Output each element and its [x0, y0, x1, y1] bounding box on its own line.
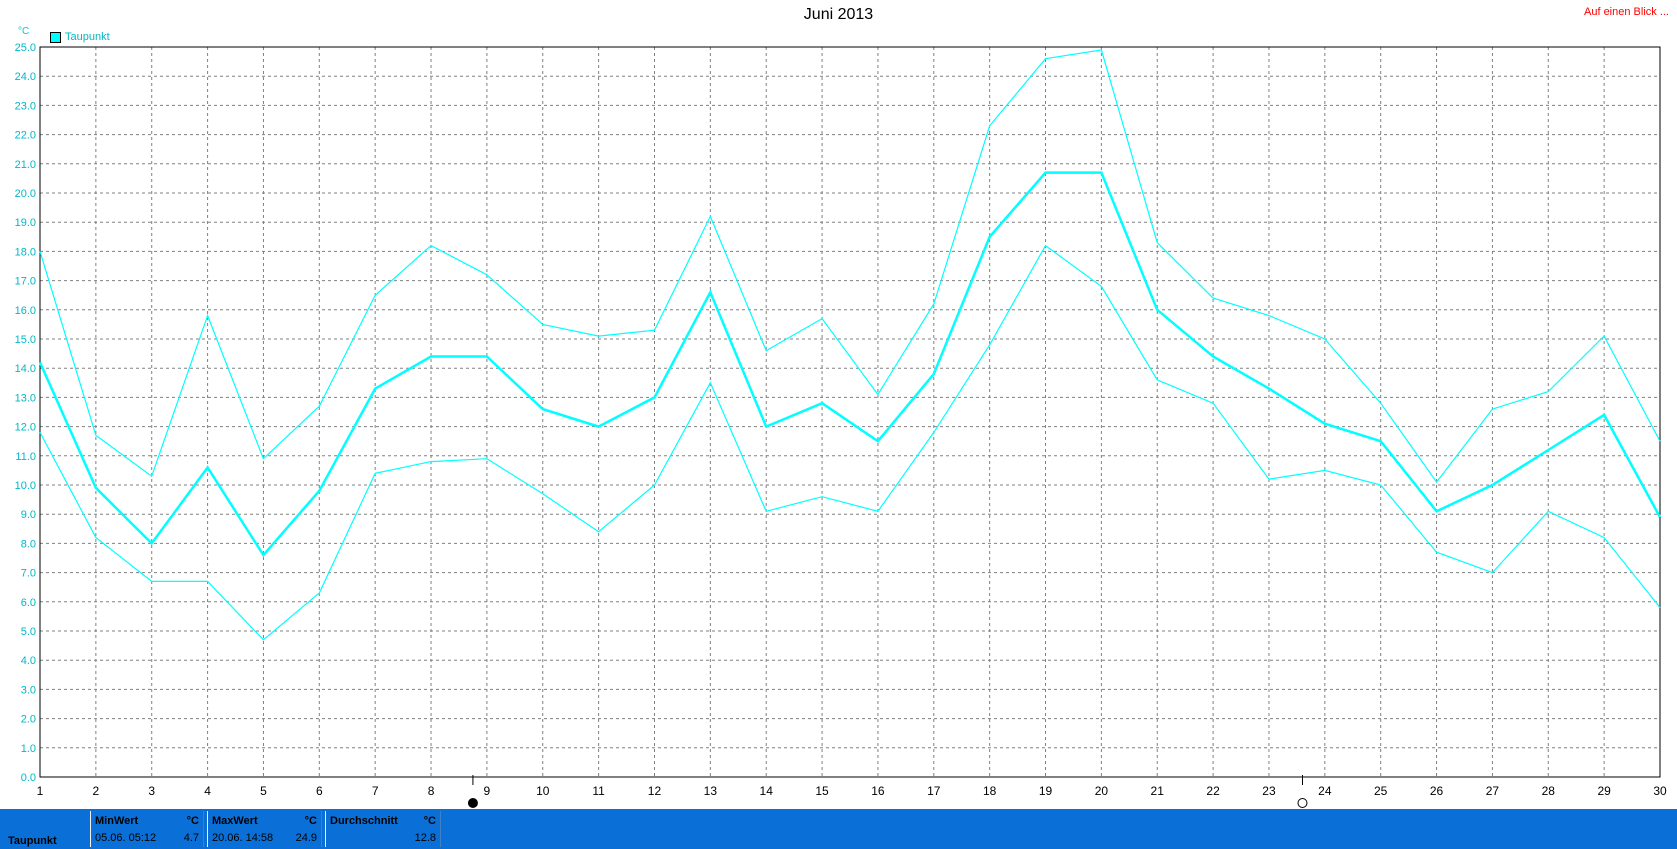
series-line-min — [39, 244, 1661, 641]
min-value: 4.7 — [183, 832, 199, 844]
y-tick-label: 20.0 — [15, 188, 36, 200]
x-tick-label: 29 — [1597, 784, 1611, 798]
axes: 0.01.02.03.04.05.06.07.08.09.010.011.012… — [15, 42, 1667, 808]
x-tick-label: 24 — [1318, 784, 1332, 798]
average-value-box: Durchschnitt °C 12.8 — [325, 811, 441, 847]
avg-unit: °C — [423, 815, 436, 827]
x-tick-label: 28 — [1542, 784, 1556, 798]
x-tick-label: 22 — [1206, 784, 1220, 798]
series-line-avg — [38, 171, 1662, 558]
x-tick-label: 4 — [204, 784, 211, 798]
x-tick-label: 23 — [1262, 784, 1276, 798]
x-tick-label: 20 — [1095, 784, 1109, 798]
x-tick-label: 9 — [484, 784, 491, 798]
y-tick-label: 13.0 — [15, 392, 36, 404]
x-tick-label: 25 — [1374, 784, 1388, 798]
x-tick-label: 10 — [536, 784, 550, 798]
y-tick-label: 11.0 — [15, 451, 36, 463]
x-tick-label: 30 — [1653, 784, 1667, 798]
x-tick-label: 17 — [927, 784, 941, 798]
x-tick-label: 12 — [648, 784, 662, 798]
x-tick-label: 11 — [592, 784, 605, 798]
stats-row-label: Taupunkt — [8, 835, 57, 847]
x-tick-label: 15 — [815, 784, 829, 798]
full-moon-icon — [467, 798, 478, 808]
y-tick-label: 0.0 — [21, 772, 36, 784]
avg-value: 12.8 — [414, 832, 436, 844]
y-tick-label: 16.0 — [15, 305, 36, 317]
y-tick-label: 4.0 — [21, 655, 36, 667]
max-date: 20.06. 14:58 — [212, 832, 274, 844]
min-header: MinWert — [95, 815, 139, 827]
avg-header: Durchschnitt — [330, 815, 398, 827]
y-tick-label: 24.0 — [15, 71, 36, 83]
y-tick-label: 5.0 — [21, 626, 36, 638]
x-tick-label: 3 — [148, 784, 155, 798]
series-lines — [38, 49, 1662, 641]
max-unit: °C — [304, 815, 317, 827]
x-tick-label: 8 — [428, 784, 435, 798]
y-tick-label: 21.0 — [15, 159, 36, 171]
y-tick-label: 6.0 — [21, 597, 36, 609]
y-tick-label: 8.0 — [21, 538, 36, 550]
x-tick-label: 18 — [983, 784, 997, 798]
max-value-box: MaxWert °C 20.06. 14:58 24.9 — [207, 811, 322, 847]
max-value: 24.9 — [295, 832, 317, 844]
y-tick-label: 9.0 — [21, 509, 36, 521]
y-tick-label: 14.0 — [15, 363, 36, 375]
statistics-bar: Taupunkt MinWert °C 05.06. 05:12 4.7 Max… — [0, 809, 1677, 849]
x-tick-label: 14 — [760, 784, 774, 798]
plot-border — [39, 46, 1661, 778]
x-tick-label: 7 — [372, 784, 379, 798]
new-moon-icon — [1297, 798, 1308, 808]
y-tick-label: 12.0 — [15, 422, 36, 434]
x-tick-label: 26 — [1430, 784, 1444, 798]
y-tick-label: 1.0 — [21, 743, 36, 755]
x-tick-label: 19 — [1039, 784, 1053, 798]
x-tick-label: 6 — [316, 784, 323, 798]
series-line-max — [39, 49, 1661, 484]
y-tick-label: 17.0 — [15, 276, 36, 288]
y-tick-label: 10.0 — [15, 480, 36, 492]
y-tick-label: 2.0 — [21, 714, 36, 726]
x-tick-label: 13 — [704, 784, 718, 798]
x-tick-label: 16 — [871, 784, 885, 798]
y-tick-label: 7.0 — [21, 568, 36, 580]
y-tick-label: 3.0 — [21, 684, 36, 696]
y-tick-label: 15.0 — [15, 334, 36, 346]
x-tick-label: 2 — [93, 784, 100, 798]
grid-lines — [40, 47, 1660, 777]
x-tick-label: 1 — [37, 784, 44, 798]
y-tick-label: 22.0 — [15, 130, 36, 142]
y-tick-label: 18.0 — [15, 246, 36, 258]
x-tick-label: 21 — [1151, 784, 1165, 798]
min-date: 05.06. 05:12 — [95, 832, 157, 844]
y-tick-label: 19.0 — [15, 217, 36, 229]
x-tick-label: 5 — [260, 784, 267, 798]
x-tick-label: 27 — [1486, 784, 1500, 798]
max-header: MaxWert — [212, 815, 258, 827]
min-value-box: MinWert °C 05.06. 05:12 4.7 — [90, 811, 204, 847]
y-tick-label: 23.0 — [15, 100, 36, 112]
min-unit: °C — [186, 815, 199, 827]
chart-plot: 0.01.02.03.04.05.06.07.08.09.010.011.012… — [15, 42, 1667, 808]
y-tick-label: 25.0 — [15, 42, 36, 54]
